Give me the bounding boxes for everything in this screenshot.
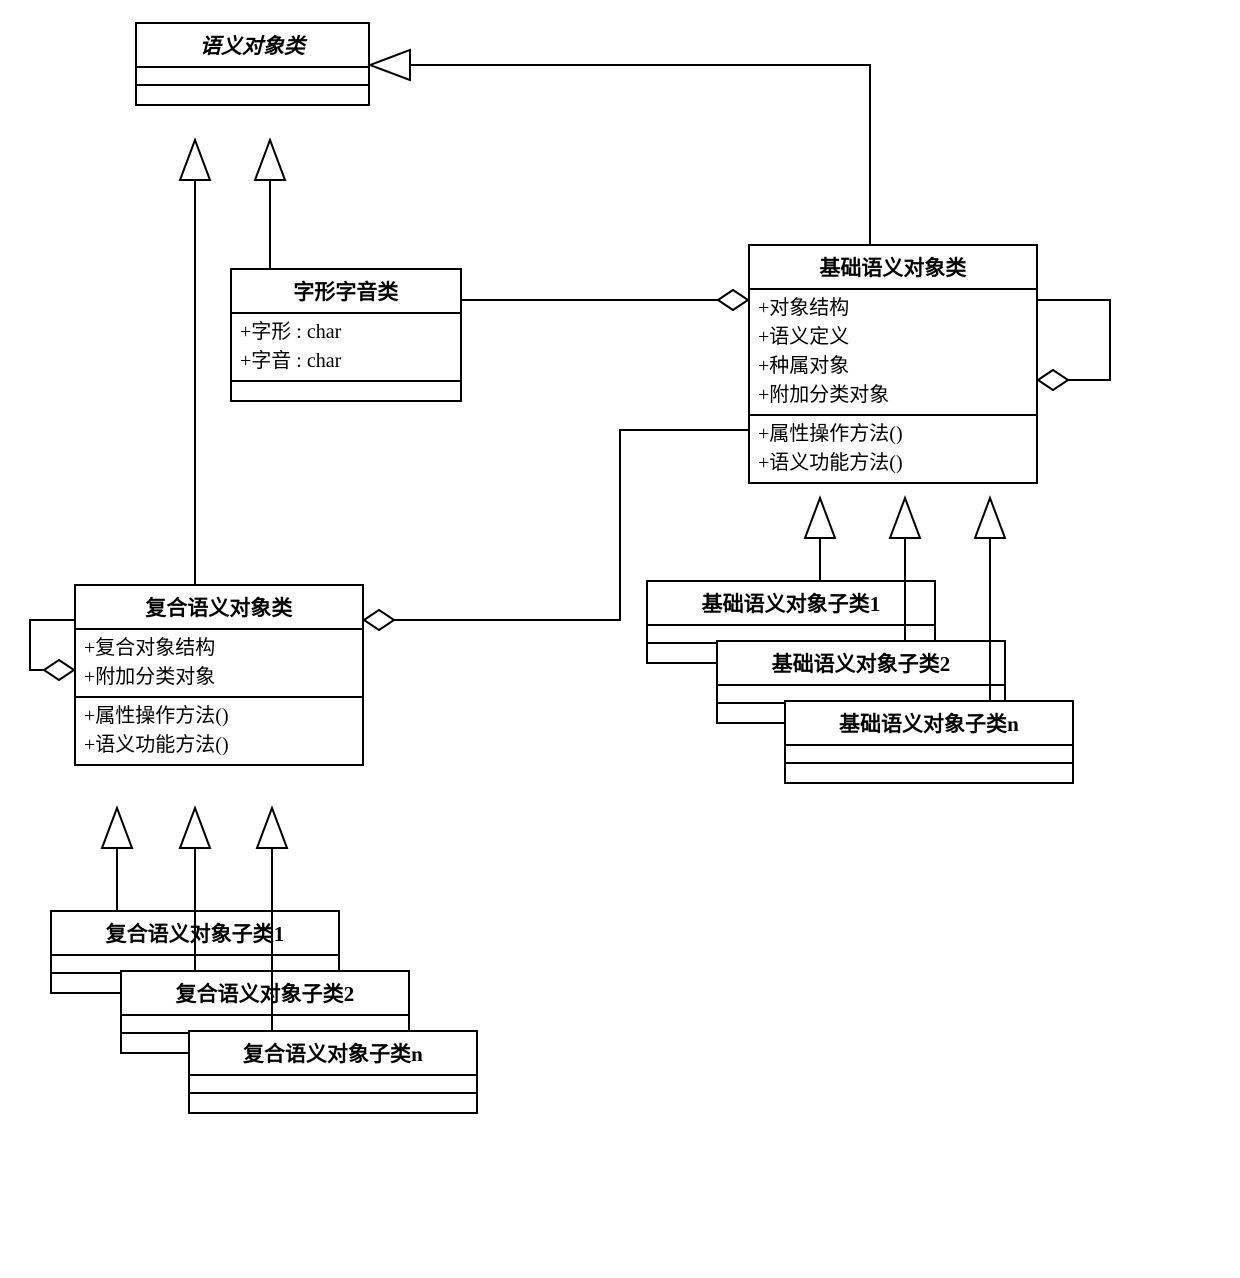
edges-layer [0, 0, 1240, 1278]
uml-canvas: 语义对象类 字形字音类 +字形 : char +字音 : char 基础语义对象… [0, 0, 1240, 1278]
